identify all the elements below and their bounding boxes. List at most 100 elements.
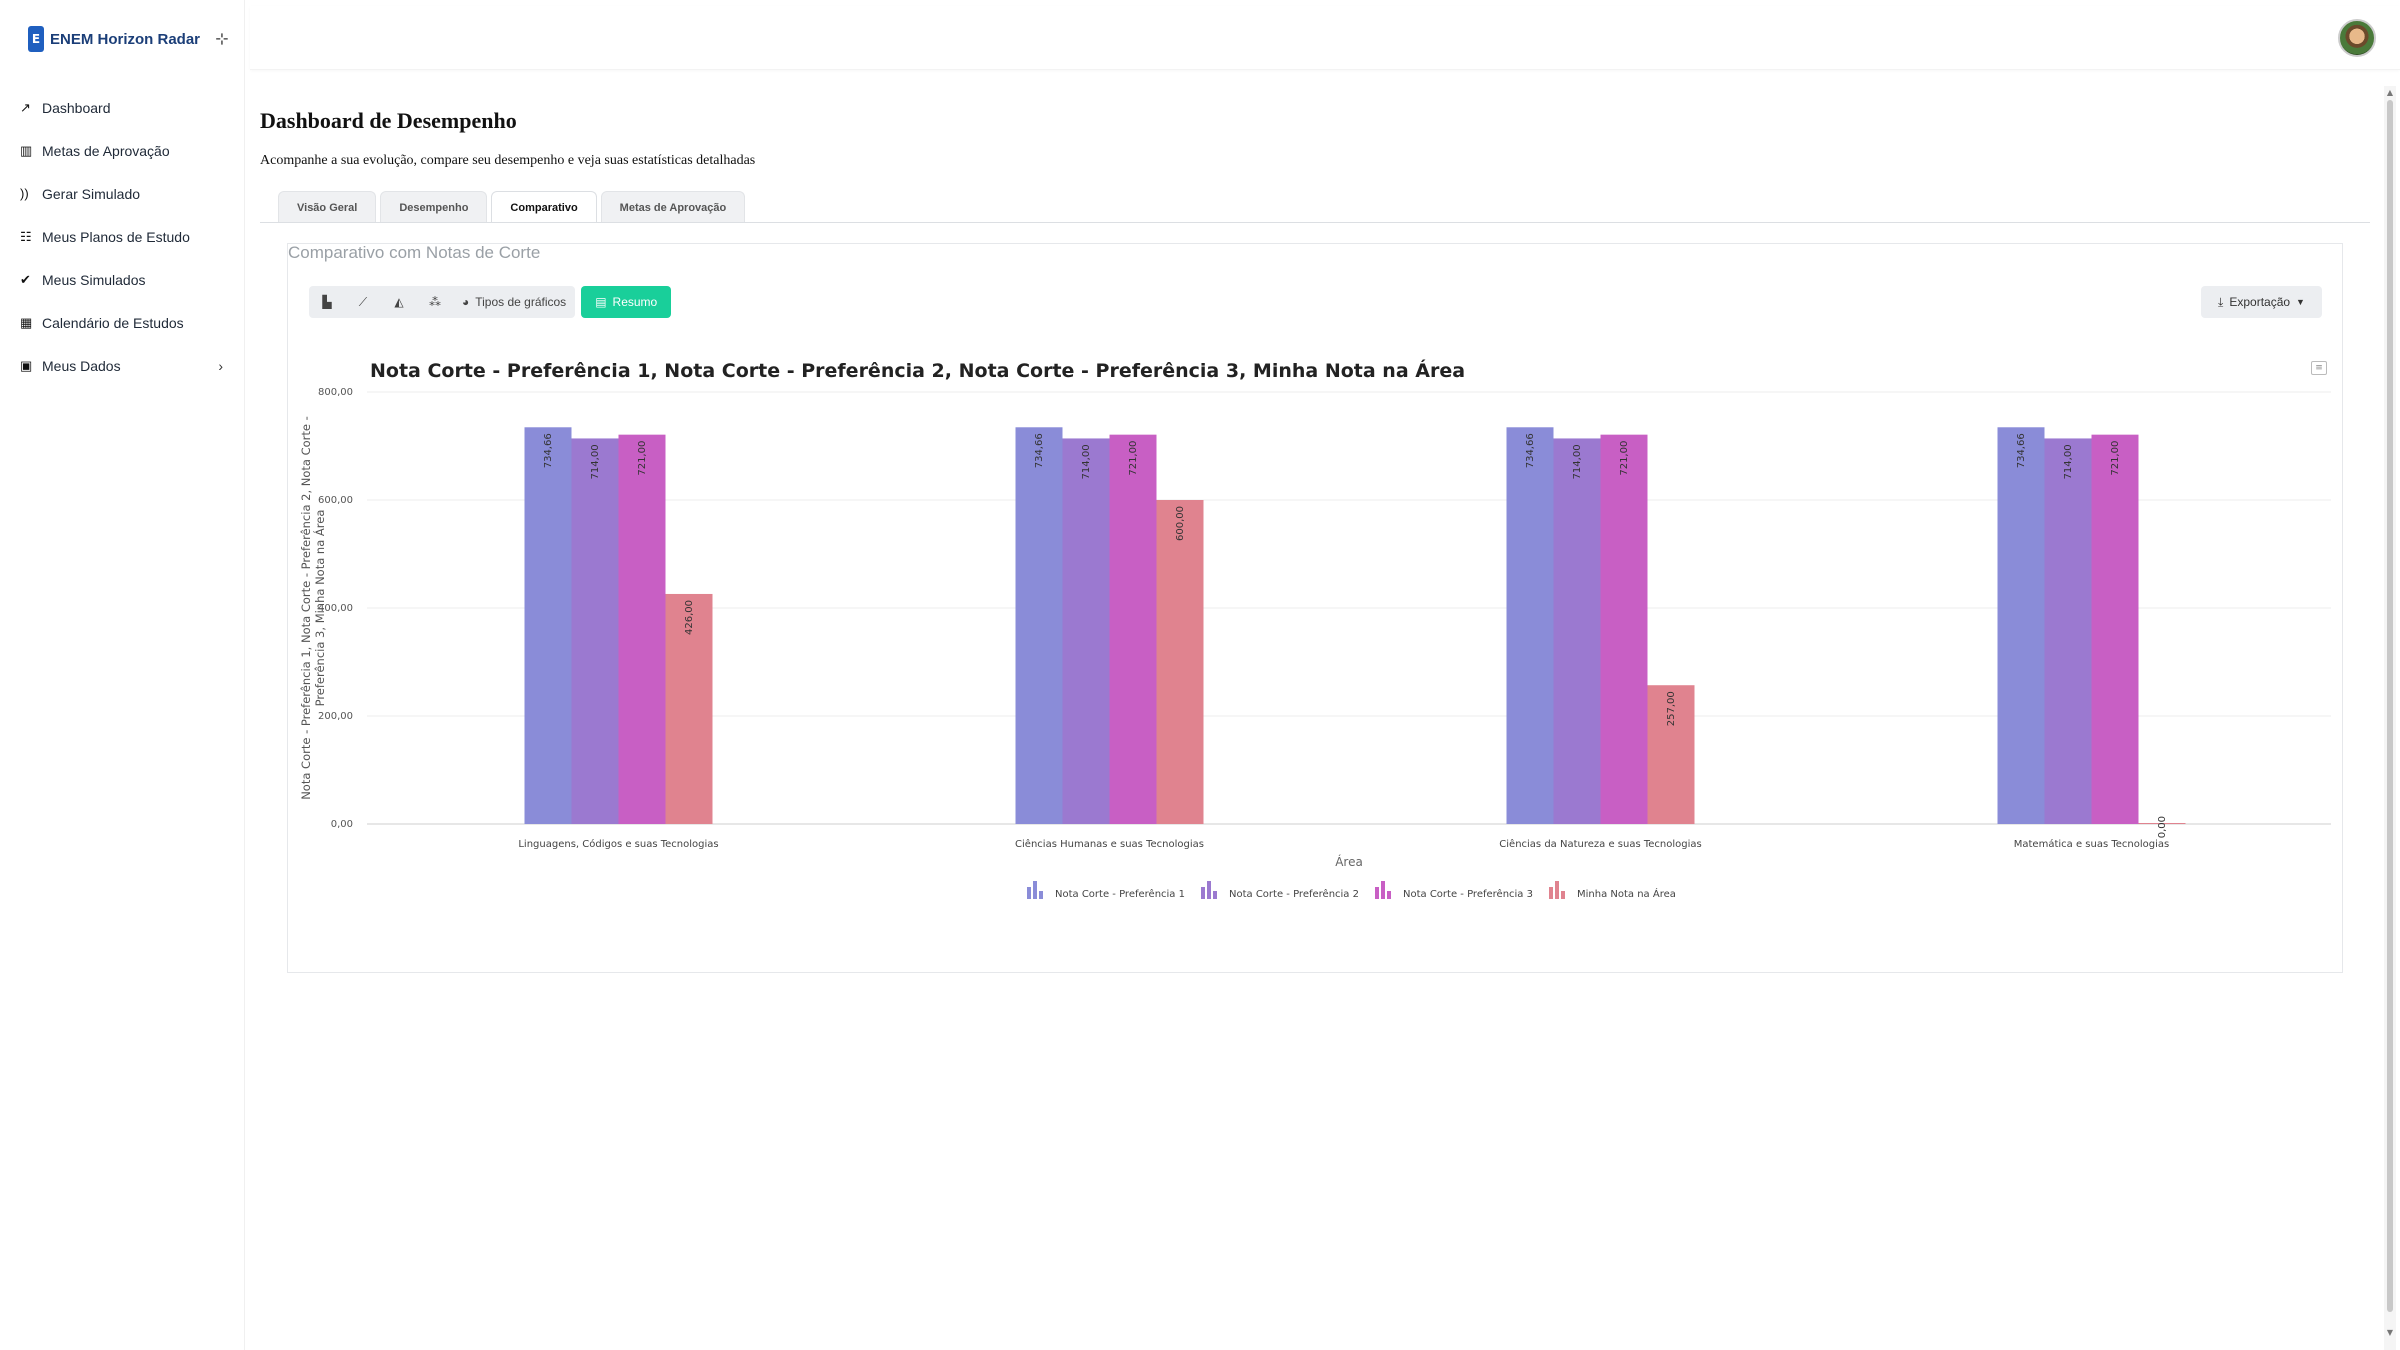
bar[interactable] xyxy=(2091,434,2139,824)
export-label: Exportação xyxy=(2229,295,2291,309)
data-label: 257,00 xyxy=(1666,691,1677,726)
chart-menu-icon[interactable]: ≡ xyxy=(2311,361,2327,375)
page-subtitle: Acompanhe a sua evolução, compare seu de… xyxy=(260,153,756,168)
x-tick-label: Ciências Humanas e suas Tecnologias xyxy=(1015,838,1204,850)
tab-metas-de-aprovacao[interactable]: Metas de Aprovação xyxy=(600,191,746,223)
bar[interactable] xyxy=(1109,434,1157,824)
sidebar-item-label: Metas de Aprovação xyxy=(42,142,170,159)
cubes-icon[interactable]: ⁂ xyxy=(417,286,453,318)
bar[interactable] xyxy=(1600,434,1648,824)
data-label: 426,00 xyxy=(684,600,695,635)
sidebar: E ENEM Horizon Radar ⊹ ↗ Dashboard ▥ Metas … xyxy=(0,0,245,1350)
legend-swatch xyxy=(1027,887,1031,899)
sidebar-item-meus-planos-de-estudo[interactable]: ☷ Meus Planos de Estudo xyxy=(0,215,245,258)
chart-toolbar: ▙ ⟋ ◭ ⁂ ◕ Tipos de gráficos ▤ Resumo xyxy=(309,286,672,318)
legend-swatch xyxy=(1033,881,1037,899)
bar[interactable] xyxy=(1062,438,1110,824)
topbar xyxy=(250,6,2400,70)
legend-item[interactable]: Nota Corte - Preferência 2 xyxy=(1229,888,1359,900)
data-label: 714,00 xyxy=(590,444,601,479)
area-chart-icon[interactable]: ◭ xyxy=(381,286,417,318)
y-tick-label: 800,00 xyxy=(318,387,353,398)
sidebar-item-metas-de-aprovacao[interactable]: ▥ Metas de Aprovação xyxy=(0,129,245,172)
data-label: 0,00 xyxy=(2157,816,2168,838)
tab-visao-geral[interactable]: Visão Geral xyxy=(278,191,377,223)
legend-swatch xyxy=(1213,891,1217,899)
legend-item[interactable]: Nota Corte - Preferência 1 xyxy=(1055,888,1185,900)
legend-swatch xyxy=(1207,881,1211,899)
brand[interactable]: E ENEM Horizon Radar xyxy=(28,26,200,52)
line-chart-icon[interactable]: ⟋ xyxy=(345,286,381,318)
x-tick-label: Linguagens, Códigos e suas Tecnologias xyxy=(518,838,718,850)
card-title: Comparativo com Notas de Corte xyxy=(288,243,541,262)
avatar[interactable] xyxy=(2338,19,2376,57)
brand-logo: E xyxy=(28,26,44,52)
bar[interactable] xyxy=(1015,427,1063,824)
legend-swatch xyxy=(1549,887,1553,899)
y-axis-label-line: Nota Corte - Preferência 1, Nota Corte -… xyxy=(299,416,313,800)
data-label: 714,00 xyxy=(2063,444,2074,479)
sidebar-item-meus-dados[interactable]: ▣ Meus Dados › xyxy=(0,344,245,387)
y-axis-label: Nota Corte - Preferência 1, Nota Corte -… xyxy=(299,416,327,800)
sidebar-item-dashboard[interactable]: ↗ Dashboard xyxy=(0,86,245,129)
scrollbar-thumb[interactable] xyxy=(2387,100,2393,1312)
bar[interactable] xyxy=(1553,438,1601,824)
data-label: 714,00 xyxy=(1081,444,1092,479)
sidebar-item-meus-simulados[interactable]: ✔ Meus Simulados xyxy=(0,258,245,301)
data-label: 721,00 xyxy=(1128,441,1139,476)
data-label: 600,00 xyxy=(1175,506,1186,541)
legend-item[interactable]: Nota Corte - Preferência 3 xyxy=(1403,888,1533,900)
table-icon: ▤ xyxy=(595,295,607,309)
list-chart-icon: ☷ xyxy=(20,228,32,244)
tabs-divider xyxy=(260,222,2370,223)
y-tick-label: 0,00 xyxy=(331,819,353,830)
id-card-icon: ▣ xyxy=(20,357,33,373)
data-label: 734,66 xyxy=(2016,433,2027,468)
bar[interactable] xyxy=(1156,500,1204,824)
data-label: 734,66 xyxy=(1525,433,1536,468)
bar-chart-icon[interactable]: ▙ xyxy=(309,286,345,318)
sidebar-item-label: Meus Dados xyxy=(42,357,121,374)
bar[interactable] xyxy=(1997,427,2045,824)
pie-chart-icon: ◕ xyxy=(462,295,470,309)
scroll-up-icon[interactable]: ▲ xyxy=(2384,86,2396,98)
x-axis-label: Área xyxy=(1335,854,1363,869)
legend-swatch xyxy=(1201,887,1205,899)
x-tick-label: Matemática e suas Tecnologias xyxy=(2014,838,2169,850)
sidebar-item-gerar-simulado[interactable]: )) Gerar Simulado xyxy=(0,172,245,215)
bar[interactable] xyxy=(571,438,619,824)
page-title: Dashboard de Desempenho xyxy=(260,108,517,133)
legend-swatch xyxy=(1555,881,1559,899)
x-tick-label: Ciências da Natureza e suas Tecnologias xyxy=(1499,838,1701,850)
y-tick-label: 600,00 xyxy=(318,495,353,506)
legend-item[interactable]: Minha Nota na Área xyxy=(1577,887,1676,900)
data-label: 734,66 xyxy=(543,433,554,468)
bar[interactable] xyxy=(1506,427,1554,824)
summary-button[interactable]: ▤ Resumo xyxy=(581,286,672,318)
export-button[interactable]: ⤓ Exportação ▼ xyxy=(2201,286,2322,318)
legend-swatch xyxy=(1387,891,1391,899)
chart-types-button[interactable]: ◕ Tipos de gráficos xyxy=(453,286,575,318)
tab-desempenho[interactable]: Desempenho xyxy=(380,191,488,223)
scroll-down-icon[interactable]: ▼ xyxy=(2384,1326,2396,1338)
legend-swatch xyxy=(1561,891,1565,899)
data-label: 721,00 xyxy=(2110,441,2121,476)
sidebar-item-calendario-de-estudos[interactable]: ▦ Calendário de Estudos xyxy=(0,301,245,344)
sidebar-item-label: Meus Planos de Estudo xyxy=(42,228,190,245)
download-icon: ⤓ xyxy=(2218,294,2224,309)
bar[interactable] xyxy=(2044,438,2092,824)
data-label: 734,66 xyxy=(1034,433,1045,468)
bar-chart: Nota Corte - Preferência 1, Nota Corte -… xyxy=(299,359,2331,900)
bar[interactable] xyxy=(618,434,666,824)
data-label: 721,00 xyxy=(1619,441,1630,476)
tab-comparativo[interactable]: Comparativo xyxy=(491,191,597,223)
sidebar-nav: ↗ Dashboard ▥ Metas de Aprovação)) Gerar Sim… xyxy=(0,86,245,387)
legend-swatch xyxy=(1375,887,1379,899)
brand-name: ENEM Horizon Radar xyxy=(50,30,201,48)
sidebar-item-label: Gerar Simulado xyxy=(42,185,141,202)
collapse-sidebar-icon[interactable]: ⊹ xyxy=(212,28,232,48)
data-label: 714,00 xyxy=(1572,444,1583,479)
bar[interactable] xyxy=(524,427,572,824)
chart-line-icon: ↗ xyxy=(20,99,31,115)
chevron-right-icon: › xyxy=(218,357,223,374)
